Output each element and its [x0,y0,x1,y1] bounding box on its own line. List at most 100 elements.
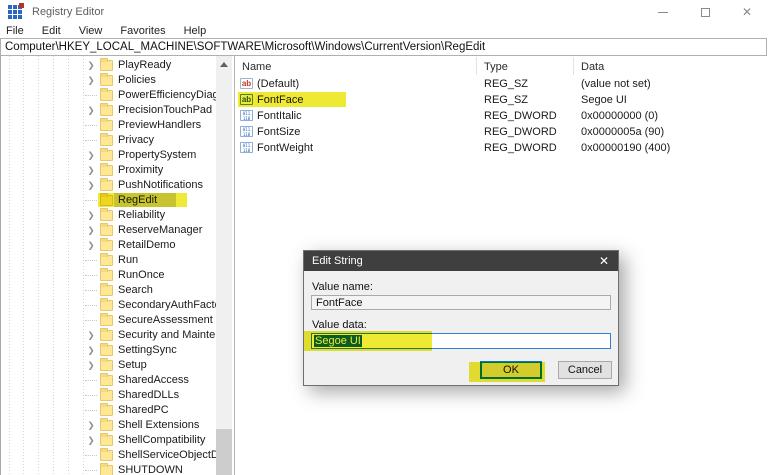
tree-item-shellserviceobjectdelay[interactable]: ShellServiceObjectDelay [1,448,216,463]
tree-item-secondaryauthfactor[interactable]: SecondaryAuthFactor [1,298,216,313]
tree-item-runonce[interactable]: RunOnce [1,268,216,283]
tree-item-label: SharedDLLs [118,389,179,401]
tree-item-label: Proximity [118,164,163,176]
column-divider[interactable] [573,57,574,75]
tree-item-powerefficiencydiagno[interactable]: PowerEfficiencyDiagno [1,88,216,103]
expand-arrow-icon[interactable]: ❯ [86,75,96,86]
value-name: FontWeight [257,142,313,154]
column-header-type[interactable]: Type [484,61,508,73]
column-header-name[interactable]: Name [242,61,271,73]
expand-arrow-icon[interactable]: ❯ [86,345,96,356]
value-row--default-[interactable]: ab(Default)REG_SZ(value not set) [236,76,768,92]
tree-item-privacy[interactable]: Privacy [1,133,216,148]
tree-item-label: SharedPC [118,404,169,416]
tree-item-label: PrecisionTouchPad [118,104,212,116]
reg-dword-icon: 011110 [240,110,253,121]
column-header-data[interactable]: Data [581,61,604,73]
tree-item-regedit[interactable]: RegEdit [1,193,216,208]
value-row-fontweight[interactable]: 011110FontWeightREG_DWORD0x00000190 (400… [236,140,768,156]
tree-item-pushnotifications[interactable]: ❯PushNotifications [1,178,216,193]
address-bar[interactable]: Computer\HKEY_LOCAL_MACHINE\SOFTWARE\Mic… [0,38,767,56]
folder-icon [100,345,113,356]
menu-item-favorites[interactable]: Favorites [111,25,174,37]
menu-item-view[interactable]: View [70,25,112,37]
tree-item-sharedpc[interactable]: SharedPC [1,403,216,418]
expand-arrow-icon[interactable]: ❯ [86,210,96,221]
tree-connector [85,260,97,261]
pane-splitter[interactable] [234,56,235,475]
expand-arrow-icon[interactable]: ❯ [86,330,96,341]
minimize-button[interactable] [642,0,684,24]
expand-arrow-icon[interactable]: ❯ [86,150,96,161]
value-data: (value not set) [581,78,651,90]
tree-item-search[interactable]: Search [1,283,216,298]
maximize-icon [701,8,710,17]
tree-item-shellcompatibility[interactable]: ❯ShellCompatibility [1,433,216,448]
expand-arrow-icon[interactable]: ❯ [86,60,96,71]
menu-item-help[interactable]: Help [175,25,216,37]
value-name-label: Value name: [312,281,373,293]
folder-icon [100,300,113,311]
menu-item-file[interactable]: File [0,25,33,37]
minimize-icon [658,12,668,13]
tree-item-precisiontouchpad[interactable]: ❯ PrecisionTouchPad [1,103,216,118]
tree-scrollbar[interactable] [216,56,232,475]
dialog-title-bar[interactable]: Edit String ✕ [304,251,618,271]
folder-icon [100,375,113,386]
value-name-field[interactable]: FontFace [311,295,611,310]
folder-icon [100,180,113,191]
tree-item-label: Policies [118,74,156,86]
tree-item-secureassessment[interactable]: SecureAssessment [1,313,216,328]
tree-connector [85,140,97,141]
menu-item-edit[interactable]: Edit [33,25,70,37]
close-button[interactable]: ✕ [726,0,768,24]
tree-item-shell-extensions[interactable]: ❯ Shell Extensions [1,418,216,433]
registry-editor-window: Registry Editor ✕ FileEditViewFavoritesH… [0,0,768,475]
tree-item-playready[interactable]: ❯PlayReady [1,58,216,73]
tree-item-label: SharedAccess [118,374,189,386]
reg-dword-icon: 011110 [240,126,253,137]
expand-arrow-icon[interactable]: ❯ [86,180,96,191]
tree-item-sharedaccess[interactable]: SharedAccess [1,373,216,388]
tree-item-reliability[interactable]: ❯Reliability [1,208,216,223]
up-arrow-icon [220,62,228,67]
expand-arrow-icon[interactable]: ❯ [86,105,96,116]
folder-icon [100,240,113,251]
scroll-up-button[interactable] [216,56,232,72]
expand-arrow-icon[interactable]: ❯ [86,225,96,236]
tree-item-previewhandlers[interactable]: PreviewHandlers [1,118,216,133]
tree-item-label: Shell Extensions [118,419,199,431]
address-path: Computer\HKEY_LOCAL_MACHINE\SOFTWARE\Mic… [1,41,485,53]
column-divider[interactable] [476,57,477,75]
tree-item-shareddlls[interactable]: SharedDLLs [1,388,216,403]
folder-icon [100,225,113,236]
scrollbar-thumb[interactable] [216,429,232,475]
maximize-button[interactable] [684,0,726,24]
tree-item-security-and-maintenar[interactable]: ❯Security and Maintenar [1,328,216,343]
expand-arrow-icon[interactable]: ❯ [86,240,96,251]
value-data: 0x00000190 (400) [581,142,670,154]
value-row-fontface[interactable]: abFontFaceREG_SZSegoe UI [236,92,768,108]
tree-connector [85,305,97,306]
registry-editor-icon [8,5,22,19]
tree-item-policies[interactable]: ❯ Policies [1,73,216,88]
tree-item-setup[interactable]: ❯Setup [1,358,216,373]
expand-arrow-icon[interactable]: ❯ [86,420,96,431]
value-row-fontsize[interactable]: 011110FontSizeREG_DWORD0x0000005a (90) [236,124,768,140]
expand-arrow-icon[interactable]: ❯ [86,360,96,371]
tree-item-run[interactable]: Run [1,253,216,268]
value-row-fontitalic[interactable]: 011110FontItalicREG_DWORD0x00000000 (0) [236,108,768,124]
tree-item-shutdown[interactable]: SHUTDOWN [1,463,216,475]
tree-item-retaildemo[interactable]: ❯RetailDemo [1,238,216,253]
expand-arrow-icon[interactable]: ❯ [86,435,96,446]
tree-item-propertysystem[interactable]: ❯PropertySystem [1,148,216,163]
dialog-close-icon[interactable]: ✕ [599,254,609,268]
tree-item-proximity[interactable]: ❯ Proximity [1,163,216,178]
highlight-marker [238,92,346,107]
cancel-button[interactable]: Cancel [558,361,612,379]
tree-connector [85,320,97,321]
value-data: Segoe UI [581,94,627,106]
tree-item-settingsync[interactable]: ❯SettingSync [1,343,216,358]
tree-item-reservemanager[interactable]: ❯ReserveManager [1,223,216,238]
expand-arrow-icon[interactable]: ❯ [86,165,96,176]
